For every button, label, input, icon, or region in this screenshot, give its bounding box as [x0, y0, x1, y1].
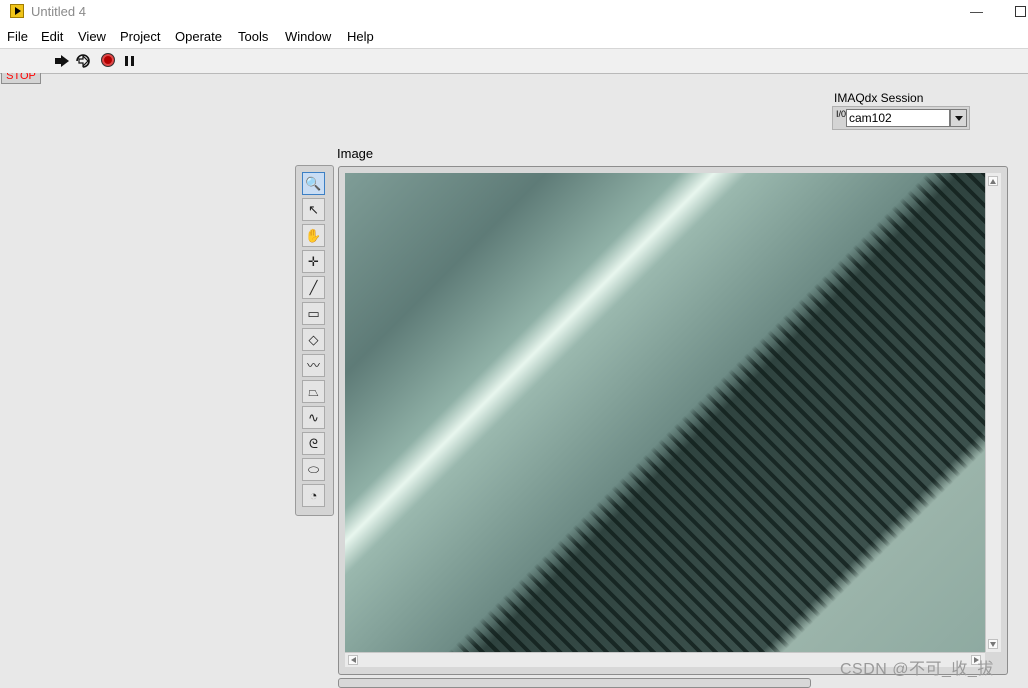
menu-window[interactable]: Window [285, 29, 331, 44]
run-continuously-icon[interactable] [74, 52, 92, 70]
run-arrow-icon[interactable] [53, 52, 71, 70]
image-label: Image [337, 146, 374, 161]
pause-icon[interactable] [122, 52, 140, 70]
oval-icon[interactable]: ⬭ [302, 458, 325, 481]
session-label: IMAQdx Session [834, 91, 924, 105]
abort-execution-icon[interactable] [100, 52, 118, 70]
rotated-rectangle-icon[interactable]: ◇ [302, 328, 325, 351]
toolbar [0, 49, 1028, 74]
menu-operate[interactable]: Operate [175, 29, 222, 44]
vent-grille-stripes [345, 173, 985, 652]
menu-project[interactable]: Project [120, 29, 160, 44]
rectangle-icon[interactable]: ▭ [302, 302, 325, 325]
menu-help[interactable]: Help [347, 29, 374, 44]
title-bar: Untitled 4 — [0, 0, 1028, 24]
watermark: CSDN @不可_收_拔 [840, 661, 994, 678]
labview-vi-icon [10, 4, 24, 18]
polygon-icon[interactable]: ⏢ [302, 380, 325, 403]
annulus-icon[interactable]: ◔ [302, 484, 325, 507]
menu-view[interactable]: View [78, 29, 106, 44]
menu-tools[interactable]: Tools [238, 29, 268, 44]
freehand-region-icon[interactable]: ᘓ [302, 432, 325, 455]
crosshair-point-icon[interactable]: ✛ [302, 250, 325, 273]
maximize-button[interactable] [1015, 6, 1026, 17]
polyline-icon[interactable]: 〰 [302, 354, 325, 377]
window-title: Untitled 4 [31, 4, 86, 19]
io-name-icon: I/0 [836, 109, 847, 119]
camera-image[interactable] [345, 173, 985, 652]
bottom-panel-control [338, 678, 811, 688]
menu-edit[interactable]: Edit [41, 29, 63, 44]
scroll-down-arrow-icon[interactable] [988, 639, 998, 649]
scroll-left-arrow-icon[interactable] [348, 655, 358, 665]
menu-bar: File Edit View Project Operate Tools Win… [0, 24, 1028, 49]
pointer-icon[interactable]: ↖ [302, 198, 325, 221]
zoom-icon[interactable]: 🔍 [302, 172, 325, 195]
stop-button[interactable]: STOP [1, 73, 41, 84]
image-vertical-scrollbar[interactable] [985, 173, 1001, 652]
session-dropdown-button[interactable] [950, 109, 967, 127]
abort-stop-circle [101, 53, 115, 67]
minimize-button[interactable]: — [970, 4, 983, 19]
freehand-line-icon[interactable]: ∿ [302, 406, 325, 429]
line-icon[interactable]: ╱ [302, 276, 325, 299]
image-tools-palette: 🔍 ↖ ✋ ✛ ╱ ▭ ◇ 〰 ⏢ ∿ ᘓ ⬭ ◔ [295, 165, 334, 516]
run-continuously-glyph [76, 54, 90, 68]
session-value-field[interactable]: cam102 [846, 109, 950, 127]
scroll-up-arrow-icon[interactable] [988, 176, 998, 186]
menu-file[interactable]: File [7, 29, 28, 44]
pan-hand-icon[interactable]: ✋ [302, 224, 325, 247]
